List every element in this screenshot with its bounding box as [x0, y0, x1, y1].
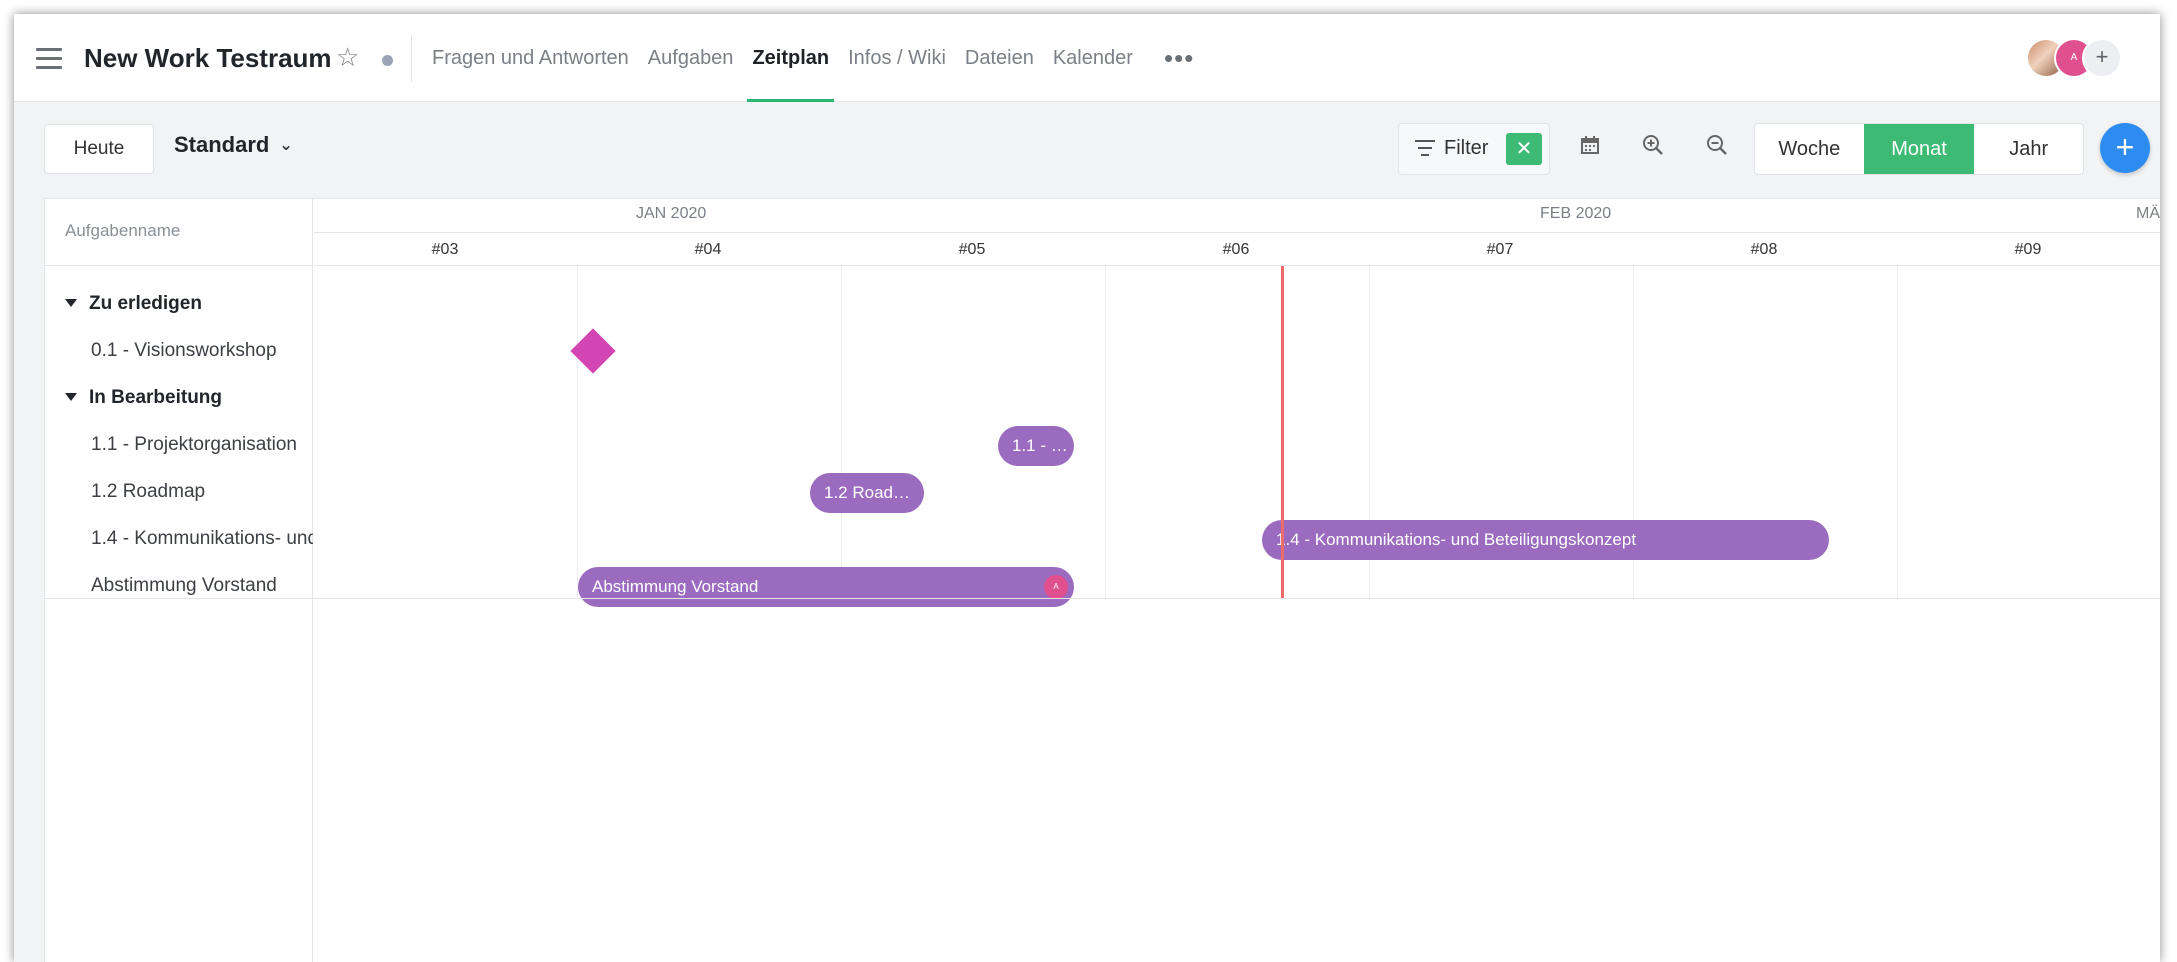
task-bar-label: Abstimmung Vorstand	[592, 577, 759, 596]
task-label: 0.1 - Visionsworkshop	[91, 340, 277, 361]
collapse-triangle-icon[interactable]	[65, 393, 77, 401]
group-row-in-bearbeitung[interactable]: In Bearbeitung	[45, 374, 313, 421]
tab-fragen-und-antworten[interactable]: Fragen und Antworten	[432, 14, 629, 102]
task-row[interactable]: 1.2 Roadmap	[45, 468, 313, 515]
task-row[interactable]: 1.1 - Projektorganisation	[45, 421, 313, 468]
view-dropdown-label: Standard	[174, 132, 270, 157]
filter-icon	[1415, 140, 1435, 156]
divider	[45, 598, 2160, 599]
task-bar[interactable]: 1.2 Road…	[810, 473, 924, 513]
task-row[interactable]: Abstimmung Vorstand	[45, 562, 313, 609]
column-header: Aufgabenname	[65, 221, 181, 240]
room-tabs: Fragen und Antworten Aufgaben Zeitplan I…	[432, 14, 1152, 102]
scale-week-button[interactable]: Woche	[1755, 124, 1864, 174]
task-bar[interactable]: 1.4 - Kommunikations- und Beteiligungsko…	[1262, 520, 1829, 560]
add-member-button[interactable]: +	[2082, 38, 2122, 78]
more-options-icon[interactable]: •••	[1164, 43, 1194, 74]
tab-dateien[interactable]: Dateien	[965, 14, 1034, 102]
filter-button[interactable]: Filter ✕	[1398, 123, 1550, 175]
member-avatars: A +	[2026, 38, 2136, 78]
week-label: #09	[2014, 241, 2042, 258]
chevron-down-icon: ⌄	[279, 137, 293, 154]
avatar: A	[1044, 575, 1068, 599]
gantt-chart: Aufgabenname Zu erledigen 0.1 - Visionsw…	[44, 198, 2160, 962]
scale-month-button[interactable]: Monat	[1863, 124, 1975, 174]
divider	[314, 265, 2160, 266]
tab-aufgaben[interactable]: Aufgaben	[648, 14, 734, 102]
add-task-button[interactable]: +	[2100, 123, 2150, 173]
star-icon[interactable]: ☆	[336, 44, 359, 70]
task-row[interactable]: 0.1 - Visionsworkshop	[45, 327, 313, 374]
timescale-switch: Woche Monat Jahr	[1754, 123, 2084, 175]
app-window: New Work Testraum ☆ Fragen und Antworten…	[14, 14, 2160, 962]
task-label: 1.1 - Projektorganisation	[91, 434, 297, 455]
task-label: 1.4 - Kommunikations- und Beteiligungsko…	[91, 528, 313, 549]
group-label: Zu erledigen	[89, 293, 202, 314]
task-bar[interactable]: Abstimmung Vorstand A	[578, 567, 1074, 607]
task-label: 1.2 Roadmap	[91, 481, 206, 502]
zoom-in-icon[interactable]	[1639, 134, 1667, 162]
tab-zeitplan[interactable]: Zeitplan	[747, 14, 834, 102]
room-title: New Work Testraum	[84, 43, 332, 73]
month-label: JAN 2020	[636, 205, 707, 222]
tab-kalender[interactable]: Kalender	[1053, 14, 1133, 102]
menu-icon[interactable]	[36, 48, 62, 70]
today-button[interactable]: Heute	[44, 124, 154, 174]
week-label: #08	[1750, 241, 1778, 258]
calendar-icon[interactable]	[1576, 134, 1604, 162]
filter-label: Filter	[1444, 137, 1489, 159]
week-label: #06	[1222, 241, 1250, 258]
week-gridline	[1897, 266, 1898, 598]
group-row-zu-erledigen[interactable]: Zu erledigen	[45, 280, 313, 327]
collapse-triangle-icon[interactable]	[65, 299, 77, 307]
divider	[314, 232, 2160, 233]
week-label: #03	[431, 241, 459, 258]
tab-infos-wiki[interactable]: Infos / Wiki	[848, 14, 946, 102]
top-navigation: New Work Testraum ☆ Fragen und Antworten…	[14, 14, 2160, 102]
view-dropdown[interactable]: Standard ⌄	[174, 132, 293, 158]
scale-year-button[interactable]: Jahr	[1974, 124, 2083, 174]
week-gridline	[577, 266, 578, 598]
month-label: FEB 2020	[1540, 205, 1612, 222]
status-dot-icon	[382, 55, 393, 66]
task-label: Abstimmung Vorstand	[91, 575, 277, 596]
divider	[411, 36, 412, 82]
week-gridline	[1105, 266, 1106, 598]
clear-filter-button[interactable]: ✕	[1506, 133, 1542, 165]
task-row[interactable]: 1.4 - Kommunikations- und Beteiligungsko…	[45, 515, 313, 562]
today-line	[1281, 266, 1284, 598]
week-label: #05	[958, 241, 986, 258]
timeline-area[interactable]: JAN 2020 FEB 2020 MÄR 2020 #03 #04 #05 #…	[314, 199, 2160, 962]
week-label: #04	[694, 241, 722, 258]
week-label: #07	[1486, 241, 1514, 258]
group-label: In Bearbeitung	[89, 387, 223, 408]
week-gridline	[841, 266, 842, 598]
task-name-column: Aufgabenname Zu erledigen 0.1 - Visionsw…	[45, 199, 313, 962]
divider	[45, 265, 313, 266]
month-label: MÄR 2020	[2136, 205, 2160, 222]
task-bar[interactable]: 1.1 - …	[998, 426, 1074, 466]
zoom-out-icon[interactable]	[1703, 134, 1731, 162]
